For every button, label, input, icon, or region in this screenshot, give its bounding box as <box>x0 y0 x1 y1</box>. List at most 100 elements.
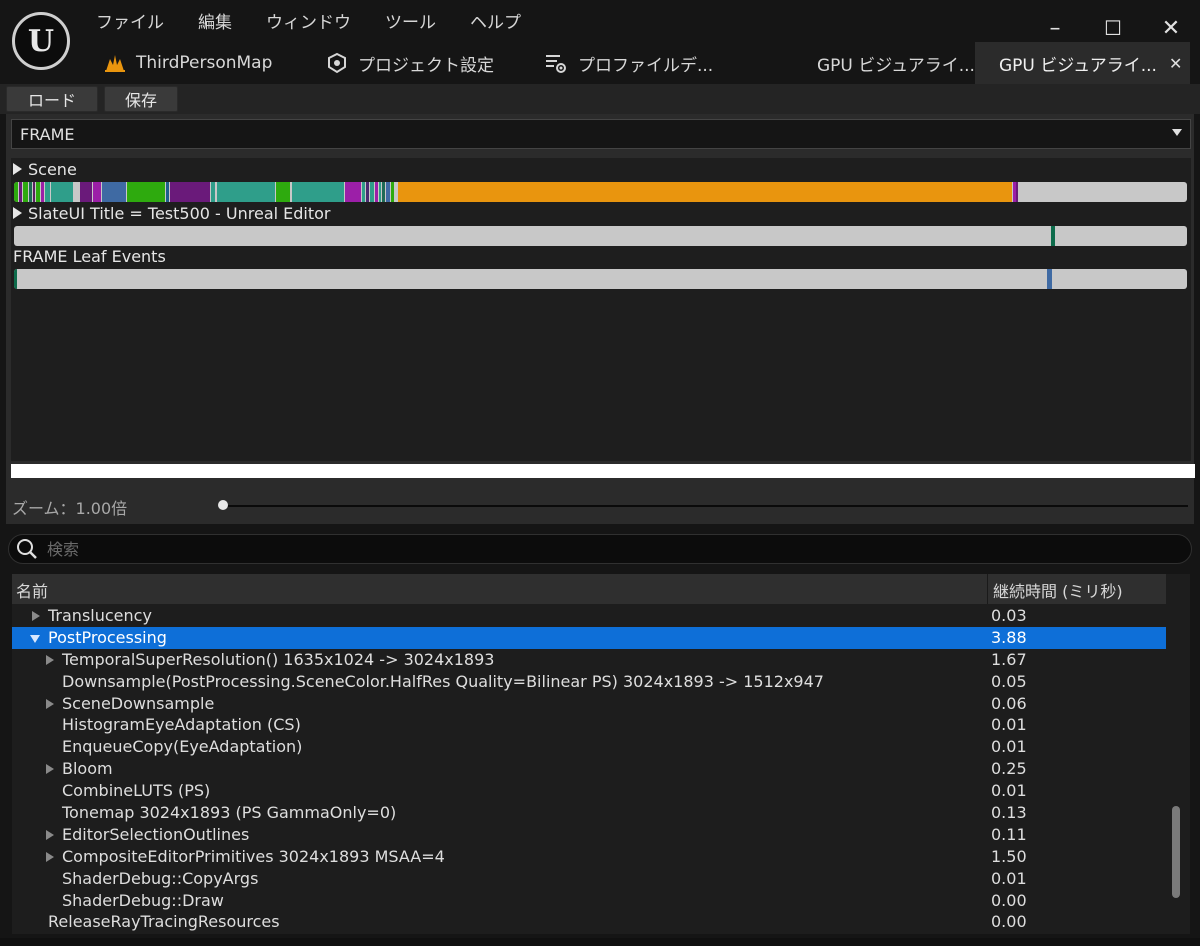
menu-help[interactable]: ヘルプ <box>470 8 521 33</box>
scene-event-segment[interactable] <box>1016 182 1018 202</box>
event-duration: 0.01 <box>991 868 1027 888</box>
scene-event-segment[interactable] <box>41 182 44 202</box>
scene-event-segment[interactable] <box>23 182 28 202</box>
event-duration: 0.03 <box>991 606 1027 625</box>
scene-event-segment[interactable] <box>382 182 385 202</box>
save-button[interactable]: 保存 <box>104 86 178 112</box>
leaf-event-segment[interactable] <box>14 269 17 289</box>
expand-arrow-icon[interactable] <box>46 698 54 709</box>
scene-event-segment[interactable] <box>375 182 378 202</box>
expand-arrow-icon[interactable] <box>46 851 54 862</box>
scene-event-segment[interactable] <box>379 182 381 202</box>
scene-event-segment[interactable] <box>370 182 374 202</box>
tab-bar: ThirdPersonMap プロジェクト設定 プロファイルデ... GPU ビ… <box>90 42 1190 84</box>
scene-event-segment[interactable] <box>366 182 369 202</box>
menu-tools[interactable]: ツール <box>385 8 436 33</box>
table-row[interactable]: SceneDownsample 0.06 <box>12 693 1166 715</box>
load-button[interactable]: ロード <box>6 86 98 112</box>
scene-event-segment[interactable] <box>51 182 73 202</box>
table-row[interactable]: ReleaseRayTracingResources 0.00 <box>12 911 1166 933</box>
event-duration: 0.13 <box>991 803 1027 823</box>
leaf-event-segment[interactable] <box>1047 269 1052 289</box>
scene-event-segment[interactable] <box>276 182 290 202</box>
maximize-button[interactable]: ☐ <box>1084 10 1142 46</box>
scene-event-segment[interactable] <box>29 182 32 202</box>
scene-event-segment[interactable] <box>19 182 22 202</box>
table-row[interactable]: EditorSelectionOutlines 0.11 <box>12 824 1166 846</box>
table-row[interactable]: Downsample(PostProcessing.SceneColor.Hal… <box>12 671 1166 693</box>
event-duration: 0.25 <box>991 759 1027 779</box>
table-row[interactable]: CombineLUTS (PS) 0.01 <box>12 780 1166 802</box>
expand-arrow-icon[interactable] <box>32 611 40 621</box>
leaf-events-label: FRAME Leaf Events <box>13 247 166 266</box>
search-input[interactable] <box>47 539 1191 559</box>
column-divider[interactable] <box>987 574 988 604</box>
scene-event-segment[interactable] <box>211 182 215 202</box>
scene-event-bar[interactable] <box>14 182 1187 202</box>
scene-event-segment[interactable] <box>398 182 1012 202</box>
slateui-event-bar[interactable] <box>14 226 1187 246</box>
table-row[interactable]: Tonemap 3024x1893 (PS GammaOnly=0) 0.13 <box>12 802 1166 824</box>
menu-edit[interactable]: 編集 <box>198 8 232 33</box>
table-row[interactable]: EnqueueCopy(EyeAdaptation) 0.01 <box>12 736 1166 758</box>
close-window-button[interactable]: ✕ <box>1142 10 1200 46</box>
expand-arrow-icon[interactable] <box>46 654 54 665</box>
minimize-button[interactable]: – <box>1026 10 1084 46</box>
level-icon <box>104 53 126 73</box>
search-box <box>8 534 1192 564</box>
scene-row-toggle[interactable]: Scene <box>13 160 77 179</box>
event-timeline: Scene SlateUI Title = Test500 - Unreal E… <box>11 158 1191 461</box>
menu-file[interactable]: ファイル <box>96 8 164 33</box>
collapse-arrow-icon[interactable] <box>30 634 40 643</box>
table-row[interactable]: PostProcessing 3.88 <box>12 626 1166 649</box>
timeline-scroll-strip[interactable] <box>11 464 1195 478</box>
scene-event-segment[interactable] <box>166 182 169 202</box>
scene-event-segment[interactable] <box>102 182 126 202</box>
scene-event-segment[interactable] <box>33 182 35 202</box>
slateui-event-segment[interactable] <box>1051 226 1055 246</box>
zoom-slider[interactable] <box>222 505 1188 507</box>
menu-window[interactable]: ウィンドウ <box>266 8 351 33</box>
table-body: Translucency 0.03 PostProcessing 3.88 Tempor… <box>12 605 1166 933</box>
tab-thirdpersonmap[interactable]: ThirdPersonMap <box>90 42 312 84</box>
table-row[interactable]: CompositeEditorPrimitives 3024x1893 MSAA… <box>12 846 1166 868</box>
scene-event-segment[interactable] <box>170 182 210 202</box>
tab-project-settings[interactable]: プロジェクト設定 <box>312 42 530 84</box>
scene-event-segment[interactable] <box>14 182 18 202</box>
scene-event-segment[interactable] <box>217 182 275 202</box>
unreal-logo-icon[interactable]: U <box>12 12 70 70</box>
vertical-scrollbar[interactable] <box>1172 806 1180 898</box>
tab-gpu-visualizer-2[interactable]: GPU ビジュアライ... ✕ <box>975 42 1190 84</box>
scene-event-segment[interactable] <box>345 182 361 202</box>
scene-event-segment[interactable] <box>292 182 344 202</box>
scene-event-segment[interactable] <box>80 182 92 202</box>
scene-event-segment[interactable] <box>93 182 101 202</box>
column-header-duration[interactable]: 継続時間 (ミリ秒) <box>993 578 1123 602</box>
scene-event-segment[interactable] <box>127 182 165 202</box>
table-row[interactable]: ShaderDebug::CopyArgs 0.01 <box>12 868 1166 890</box>
expand-arrow-icon[interactable] <box>46 829 54 840</box>
profile-data-icon <box>544 52 568 74</box>
table-row[interactable]: Bloom 0.25 <box>12 758 1166 780</box>
table-row[interactable]: TemporalSuperResolution() 1635x1024 -> 3… <box>12 649 1166 671</box>
scene-event-segment[interactable] <box>362 182 365 202</box>
zoom-slider-thumb[interactable] <box>218 500 228 510</box>
expand-arrow-icon <box>13 207 22 219</box>
table-row[interactable]: ShaderDebug::Draw 0.00 <box>12 890 1166 912</box>
scene-event-segment[interactable] <box>391 182 394 202</box>
scene-event-segment[interactable] <box>45 182 50 202</box>
tab-profile-data[interactable]: プロファイルデ... <box>530 42 765 84</box>
expand-arrow-icon[interactable] <box>46 764 54 775</box>
event-duration: 1.67 <box>991 649 1027 669</box>
frame-dropdown[interactable]: FRAME <box>11 119 1191 149</box>
slateui-row-toggle[interactable]: SlateUI Title = Test500 - Unreal Editor <box>13 204 331 223</box>
table-row[interactable]: HistogramEyeAdaptation (CS) 0.01 <box>12 714 1166 736</box>
leaf-event-bar[interactable] <box>14 269 1187 289</box>
scene-event-segment[interactable] <box>36 182 40 202</box>
column-header-name[interactable]: 名前 <box>16 578 48 602</box>
scene-event-segment[interactable] <box>74 182 77 202</box>
tab-gpu-visualizer-1[interactable]: GPU ビジュアライ... <box>765 42 975 84</box>
table-row[interactable]: Translucency 0.03 <box>12 605 1166 627</box>
scene-event-segment[interactable] <box>386 182 390 202</box>
close-tab-icon[interactable]: ✕ <box>1169 54 1182 73</box>
